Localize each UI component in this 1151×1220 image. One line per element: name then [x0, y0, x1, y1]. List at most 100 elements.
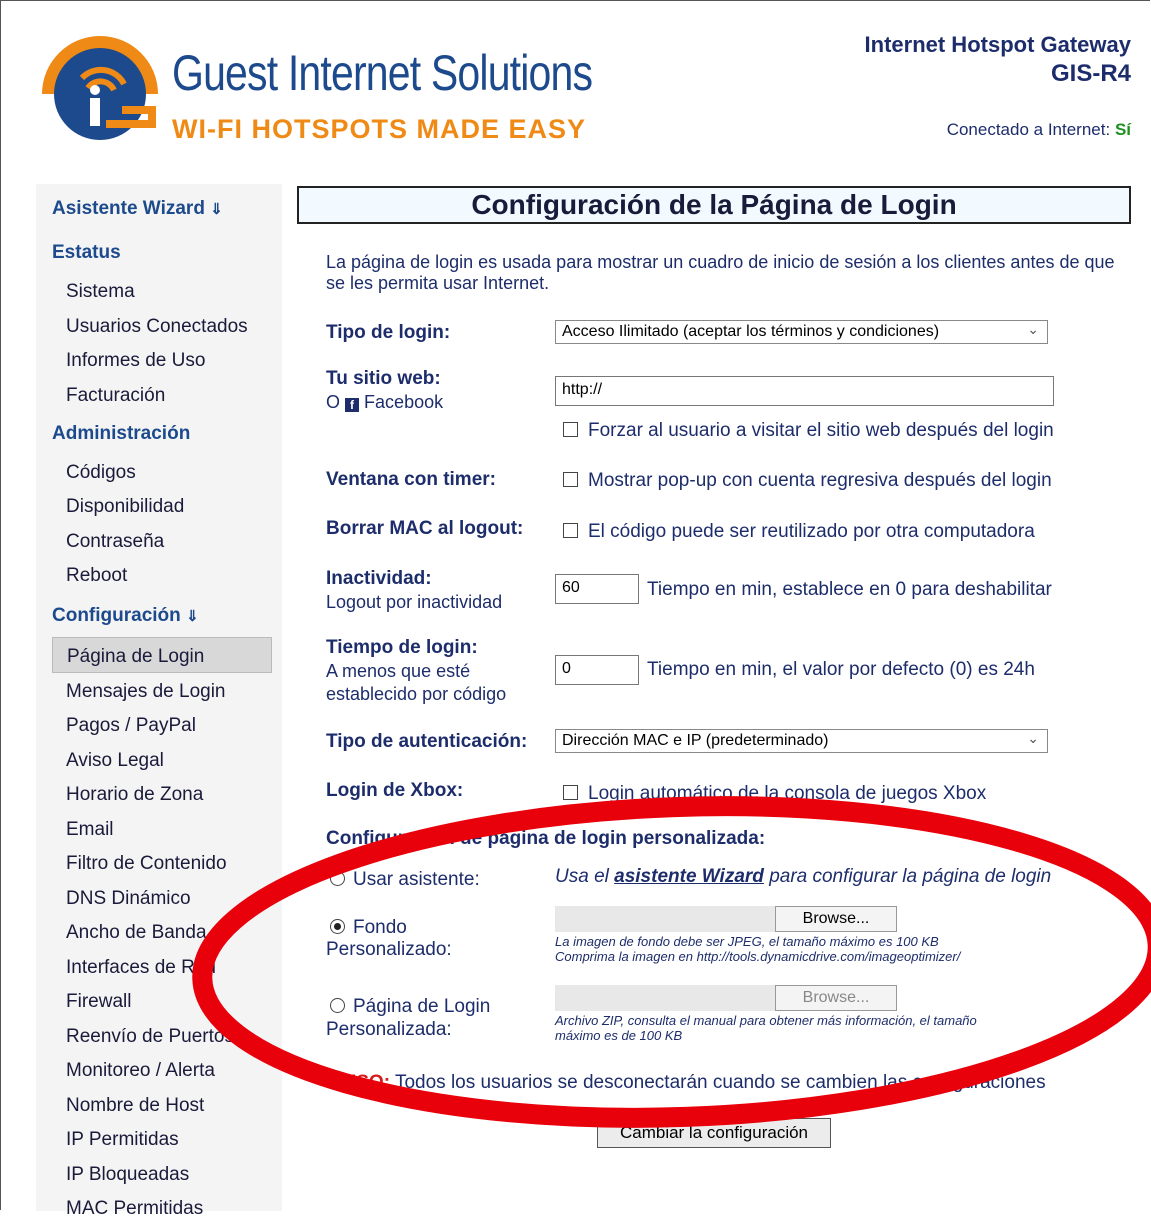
inactivity-label: Inactividad: — [326, 568, 432, 589]
sidebar-item-ip-bloqueadas[interactable]: IP Bloqueadas — [66, 1164, 189, 1186]
custom-bg-option[interactable]: Fondo — [330, 917, 407, 939]
xbox-option-label: Login automático de la consola de juegos… — [588, 783, 987, 804]
sidebar-item-mac-permitidas[interactable]: MAC Permitidas — [66, 1198, 203, 1220]
product-name: Internet Hotspot Gateway — [864, 32, 1131, 57]
custom-page-label1: Página de Login — [353, 996, 491, 1017]
custom-page-radio[interactable] — [330, 998, 345, 1013]
wizard-text-pre: Usa el — [555, 866, 609, 887]
website-input[interactable]: http:// — [555, 376, 1054, 406]
facebook-label: Facebook — [364, 392, 444, 412]
login-type-label: Tipo de login: — [326, 322, 451, 343]
sidebar-item-usuarios[interactable]: Usuarios Conectados — [66, 316, 248, 338]
inactivity-hint: Tiempo en min, establece en 0 para desha… — [647, 579, 1052, 600]
custom-bg-hint1: La imagen de fondo debe ser JPEG, el tam… — [555, 934, 939, 949]
mac-option[interactable]: El código puede ser reutilizado por otra… — [563, 521, 1035, 543]
timer-checkbox[interactable] — [563, 472, 578, 487]
chevron-down-icon: ⌄ — [1027, 321, 1039, 337]
use-wizard-radio[interactable] — [330, 871, 345, 886]
xbox-option[interactable]: Login automático de la consola de juegos… — [563, 783, 986, 805]
force-visit-label: Forzar al usuario a visitar el sitio web… — [588, 420, 1054, 441]
sidebar-estatus[interactable]: Estatus — [52, 242, 121, 264]
use-wizard-option[interactable]: Usar asistente: — [330, 869, 480, 891]
custom-bg-hint2: Comprima la imagen en http://tools.dynam… — [555, 949, 961, 964]
xbox-label: Login de Xbox: — [326, 780, 464, 801]
sidebar-item-firewall[interactable]: Firewall — [66, 991, 131, 1013]
auth-select[interactable]: Dirección MAC e IP (predeterminado) ⌄ — [555, 729, 1048, 753]
custom-bg-browse-button[interactable]: Browse... — [775, 906, 897, 932]
sidebar-item-horario[interactable]: Horario de Zona — [66, 784, 203, 806]
inactivity-input[interactable]: 60 — [555, 574, 639, 604]
double-chevron-down-icon: ⇓ — [210, 201, 223, 218]
page-title: Configuración de la Página de Login — [297, 186, 1131, 224]
auth-value: Dirección MAC e IP (predeterminado) — [562, 732, 829, 749]
sidebar-item-informes[interactable]: Informes de Uso — [66, 350, 205, 372]
timer-label: Ventana con timer: — [326, 469, 496, 490]
custom-page-hint2: máximo es de 100 KB — [555, 1028, 683, 1043]
login-time-input[interactable]: 0 — [555, 655, 639, 685]
website-facebook[interactable]: O f Facebook — [326, 391, 443, 413]
mac-checkbox[interactable] — [563, 523, 578, 538]
sidebar-item-pagos[interactable]: Pagos / PayPal — [66, 715, 196, 737]
brand-tagline: WI-FI HOTSPOTS MADE EASY — [172, 114, 587, 144]
sidebar-wizard-label: Asistente Wizard — [52, 198, 205, 219]
sidebar-item-aviso-legal[interactable]: Aviso Legal — [66, 750, 164, 772]
custom-bg-radio[interactable] — [330, 919, 345, 934]
warning-label: AVISO: — [326, 1072, 391, 1093]
sidebar-administracion[interactable]: Administración — [52, 423, 190, 445]
sidebar-configuracion-label: Configuración — [52, 605, 181, 626]
timer-option[interactable]: Mostrar pop-up con cuenta regresiva desp… — [563, 470, 1052, 492]
sidebar-item-email[interactable]: Email — [66, 819, 114, 841]
custom-bg-label1: Fondo — [353, 917, 407, 938]
change-settings-button[interactable]: Cambiar la configuración — [597, 1118, 831, 1148]
inactivity-sub: Logout por inactividad — [326, 592, 503, 612]
custom-page-hint1: Archivo ZIP, consulta el manual para obt… — [555, 1013, 977, 1028]
xbox-checkbox[interactable] — [563, 785, 578, 800]
sidebar-item-mensajes-login[interactable]: Mensajes de Login — [66, 681, 226, 703]
force-visit-option[interactable]: Forzar al usuario a visitar el sitio web… — [563, 420, 1054, 442]
custom-bg-label2: Personalizado: — [326, 939, 452, 960]
sidebar: Asistente Wizard ⇓ Estatus Sistema Usuar… — [36, 184, 282, 1219]
sidebar-item-sistema[interactable]: Sistema — [66, 281, 135, 303]
mac-label: Borrar MAC al logout: — [326, 518, 524, 539]
sidebar-item-contrasena[interactable]: Contraseña — [66, 531, 164, 553]
sidebar-item-interfaces[interactable]: Interfaces de Red — [66, 957, 216, 979]
custom-page-file-field[interactable] — [555, 985, 775, 1011]
wizard-text-post: para configurar la página de login — [769, 866, 1052, 887]
login-type-select[interactable]: Acceso Ilimitado (aceptar los términos y… — [555, 320, 1048, 344]
sidebar-item-nombre-host[interactable]: Nombre de Host — [66, 1095, 204, 1117]
custom-bg-file-field[interactable] — [555, 906, 775, 932]
login-time-sub1: A menos que esté — [326, 661, 471, 681]
sidebar-item-filtro[interactable]: Filtro de Contenido — [66, 853, 227, 875]
sidebar-item-disponibilidad[interactable]: Disponibilidad — [66, 496, 184, 518]
sidebar-item-dns[interactable]: DNS Dinámico — [66, 888, 191, 910]
sidebar-wizard[interactable]: Asistente Wizard ⇓ — [52, 198, 223, 220]
sidebar-item-ancho-banda[interactable]: Ancho de Banda — [66, 922, 207, 944]
facebook-icon: f — [345, 398, 360, 412]
connection-status: Conectado a Internet: Sí — [947, 120, 1131, 140]
chevron-down-icon: ⌄ — [1027, 730, 1039, 746]
wizard-link[interactable]: asistente Wizard — [614, 866, 764, 887]
sidebar-item-pagina-login[interactable]: Página de Login — [52, 637, 272, 673]
mac-option-label: El código puede ser reutilizado por otra… — [588, 521, 1035, 542]
custom-page-browse-button[interactable]: Browse... — [775, 985, 897, 1011]
website-or: O — [326, 392, 341, 412]
website-label: Tu sitio web: — [326, 368, 441, 389]
login-time-label: Tiempo de login: — [326, 637, 478, 658]
use-wizard-label: Usar asistente: — [353, 869, 480, 890]
sidebar-item-reenvio[interactable]: Reenvío de Puertos — [66, 1026, 234, 1048]
sidebar-item-reboot[interactable]: Reboot — [66, 565, 127, 587]
brand-name: Guest Internet Solutions — [172, 45, 593, 101]
sidebar-item-codigos[interactable]: Códigos — [66, 462, 136, 484]
login-type-value: Acceso Ilimitado (aceptar los términos y… — [562, 323, 940, 340]
sidebar-item-monitoreo[interactable]: Monitoreo / Alerta — [66, 1060, 215, 1082]
connection-label: Conectado a Internet: — [946, 120, 1111, 139]
force-visit-checkbox[interactable] — [563, 422, 578, 437]
sidebar-configuracion[interactable]: Configuración ⇓ — [52, 605, 199, 627]
sidebar-item-ip-permitidas[interactable]: IP Permitidas — [66, 1129, 179, 1151]
page-intro: La página de login es usada para mostrar… — [326, 252, 1115, 293]
custom-page-option[interactable]: Página de Login — [330, 996, 490, 1018]
connection-value: Sí — [1114, 120, 1131, 139]
sidebar-item-facturacion[interactable]: Facturación — [66, 385, 165, 407]
guest-internet-logo — [42, 36, 158, 140]
custom-page-label2: Personalizada: — [326, 1019, 452, 1040]
